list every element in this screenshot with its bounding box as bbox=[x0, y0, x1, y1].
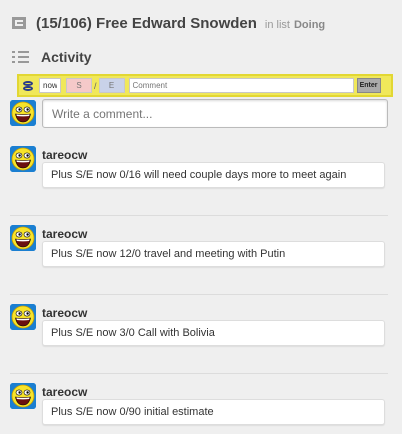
awesome-face-icon bbox=[10, 100, 36, 126]
hourglass-icon bbox=[21, 78, 35, 93]
card-header: (15/106) Free Edward Snowden in list Doi… bbox=[12, 12, 325, 34]
comment-author[interactable]: tareocw bbox=[42, 148, 87, 162]
awesome-face-icon bbox=[10, 225, 36, 251]
entry-divider bbox=[10, 215, 388, 216]
time-input[interactable] bbox=[39, 78, 61, 93]
activity-title: Activity bbox=[41, 49, 92, 65]
new-comment-textarea[interactable] bbox=[42, 99, 388, 128]
current-user-avatar[interactable] bbox=[10, 100, 36, 126]
comment-input[interactable] bbox=[128, 78, 354, 93]
entry-divider bbox=[10, 373, 388, 374]
comment-author[interactable]: tareocw bbox=[42, 385, 87, 399]
estimate-input[interactable] bbox=[98, 78, 125, 93]
in-list-label: in list bbox=[264, 18, 290, 31]
comment-author[interactable]: tareocw bbox=[42, 306, 87, 320]
card-title[interactable]: (15/106) Free Edward Snowden bbox=[36, 15, 257, 32]
comment-text: Plus S/E now 12/0 travel and meeting wit… bbox=[42, 241, 385, 267]
activity-list-icon bbox=[12, 50, 29, 64]
card-icon bbox=[12, 17, 26, 29]
comment-text: Plus S/E now 3/0 Call with Bolivia bbox=[42, 320, 385, 346]
card-detail-panel: (15/106) Free Edward Snowden in list Doi… bbox=[0, 0, 402, 434]
awesome-face-icon bbox=[10, 304, 36, 330]
entry-divider bbox=[10, 294, 388, 295]
awesome-face-icon bbox=[10, 146, 36, 172]
author-avatar[interactable] bbox=[10, 304, 36, 330]
spent-estimate-separator: / bbox=[94, 80, 97, 91]
spent-estimate-bar: / Enter bbox=[17, 74, 393, 97]
enter-button[interactable]: Enter bbox=[356, 78, 381, 93]
new-comment-wrapper bbox=[42, 99, 388, 128]
author-avatar[interactable] bbox=[10, 383, 36, 409]
author-avatar[interactable] bbox=[10, 225, 36, 251]
comment-text: Plus S/E now 0/16 will need couple days … bbox=[42, 162, 385, 188]
comment-author[interactable]: tareocw bbox=[42, 227, 87, 241]
awesome-face-icon bbox=[10, 383, 36, 409]
author-avatar[interactable] bbox=[10, 146, 36, 172]
activity-header: Activity bbox=[12, 48, 92, 66]
comment-text: Plus S/E now 0/90 initial estimate bbox=[42, 399, 385, 425]
list-name-link[interactable]: Doing bbox=[294, 19, 325, 31]
spent-input[interactable] bbox=[66, 78, 92, 93]
